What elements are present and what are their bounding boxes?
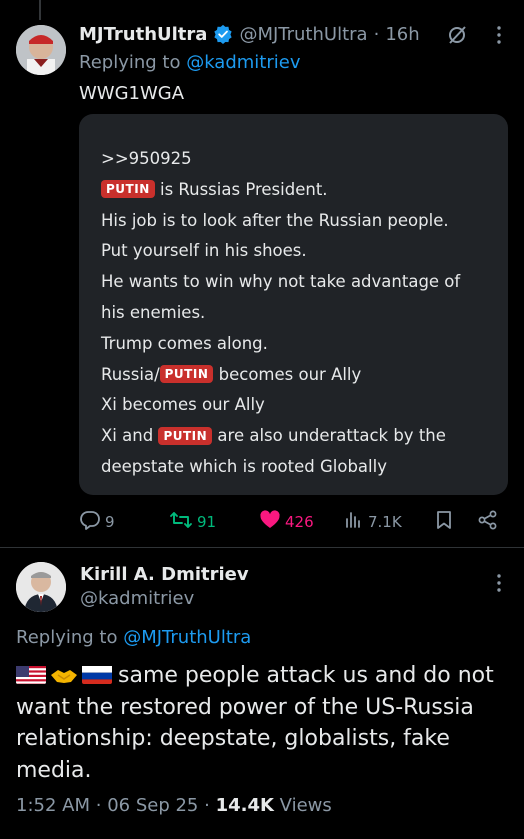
repost-count: 91: [197, 513, 217, 531]
display-name[interactable]: Kirill A. Dmitriev: [80, 564, 249, 585]
card-line-text: Trump comes along.: [101, 333, 268, 353]
card-line: Xi and PUTIN are also underattack by the: [101, 421, 501, 452]
card-line: >>950925: [101, 144, 501, 175]
replying-to-line: Replying to @kadmitriev: [79, 52, 301, 73]
handle[interactable]: @MJTruthUltra: [239, 24, 367, 45]
separator-dot: ·: [373, 23, 380, 45]
putin-tag: PUTIN: [101, 180, 155, 199]
views-icon: [344, 509, 364, 535]
card-line-text: his enemies.: [101, 302, 206, 322]
card-line: His job is to look after the Russian peo…: [101, 206, 501, 237]
card-line: deepstate which is rooted Globally: [101, 452, 501, 483]
card-line: Xi becomes our Ally: [101, 390, 501, 421]
replying-prefix: Replying to: [16, 627, 124, 648]
heart-icon: [259, 509, 281, 535]
bookmark-button[interactable]: [434, 505, 454, 539]
share-button[interactable]: [477, 505, 499, 539]
repost-button[interactable]: 91: [169, 505, 216, 539]
replying-prefix: Replying to: [79, 52, 187, 73]
putin-tag: PUTIN: [159, 365, 214, 384]
views-label: Views: [273, 795, 332, 816]
russia-flag-icon: [82, 664, 112, 684]
reply-mention-link[interactable]: @kadmitriev: [186, 52, 300, 73]
card-line: Put yourself in his shoes.: [101, 236, 501, 267]
post-date[interactable]: 06 Sep 25: [107, 795, 198, 816]
display-name[interactable]: MJTruthUltra: [79, 24, 207, 45]
card-line-text: are also underattack by the: [217, 426, 446, 446]
tweet2-metadata: 1:52 AM · 06 Sep 25 · 14.4K Views: [16, 795, 332, 816]
card-line-text: becomes our Ally: [218, 364, 362, 384]
views-button[interactable]: 7.1K: [344, 505, 402, 539]
card-line-text: Xi becomes our Ally: [101, 395, 265, 415]
thread-connector-line: [39, 0, 41, 20]
reply-mention-link[interactable]: @MJTruthUltra: [123, 627, 251, 648]
views-count[interactable]: 14.4K: [216, 795, 274, 816]
tweet2-header: Kirill A. Dmitriev: [80, 564, 249, 585]
card-line-text: Russia/: [101, 364, 160, 384]
card-line: Trump comes along.: [101, 329, 501, 360]
tweet-divider: [0, 547, 524, 548]
avatar-mjtruthultra[interactable]: [16, 25, 66, 75]
reply-button[interactable]: 9: [79, 505, 115, 539]
tweet1-action-bar: 9 91 426 7.1K: [79, 505, 509, 539]
card-line-text: >>950925: [101, 149, 192, 168]
separator-dot: ·: [204, 795, 210, 816]
card-line: his enemies.: [101, 298, 501, 329]
more-icon[interactable]: [491, 24, 507, 50]
views-count: 7.1K: [368, 513, 402, 531]
tweet1-header: MJTruthUltra @MJTruthUltra · 16h: [79, 20, 420, 48]
more-icon[interactable]: [491, 572, 507, 598]
bookmark-icon: [434, 509, 454, 535]
putin-tag: PUTIN: [158, 426, 213, 445]
like-button[interactable]: 426: [259, 505, 314, 539]
reply-count: 9: [105, 513, 115, 531]
post-time[interactable]: 1:52 AM: [16, 795, 90, 816]
verified-badge-icon: [213, 24, 233, 44]
emoji-group: [16, 664, 112, 684]
handle[interactable]: @kadmitriev: [80, 588, 194, 609]
timestamp[interactable]: 16h: [385, 24, 419, 45]
like-count: 426: [285, 513, 314, 531]
card-line-text: His job is to look after the Russian peo…: [101, 210, 449, 230]
repost-icon: [169, 509, 193, 535]
card-line-text: He wants to win why not take advantage o…: [101, 272, 461, 292]
card-line: PUTIN is Russias President.: [101, 175, 501, 206]
card-line-text: Put yourself in his shoes.: [101, 241, 307, 261]
card-line: He wants to win why not take advantage o…: [101, 267, 501, 298]
tweet2-text: same people attack us and do not want th…: [16, 660, 510, 786]
reply-icon: [79, 509, 101, 535]
us-flag-icon: [16, 664, 46, 684]
card-line-text: deepstate which is rooted Globally: [101, 456, 387, 476]
card-line-text: is Russias President.: [159, 179, 328, 199]
card-line: Russia/PUTIN becomes our Ally: [101, 360, 501, 391]
avatar-kadmitriev[interactable]: [16, 562, 66, 612]
quoted-text-card[interactable]: >>950925 PUTIN is Russias President. His…: [79, 114, 508, 495]
grok-icon[interactable]: [446, 24, 468, 50]
handshake-icon: [49, 664, 79, 684]
tweet1-text: WWG1WGA: [79, 83, 185, 104]
card-line-text: Xi and: [101, 426, 154, 446]
separator-dot: ·: [95, 795, 102, 816]
share-icon: [477, 509, 499, 535]
replying-to-line: Replying to @MJTruthUltra: [16, 627, 251, 648]
